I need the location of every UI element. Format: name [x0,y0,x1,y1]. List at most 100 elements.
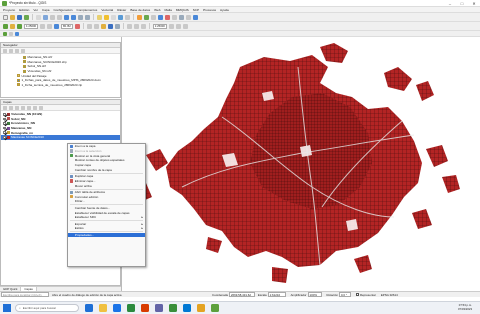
add-feature-icon[interactable] [114,23,120,29]
task-view-icon[interactable] [85,304,93,312]
bookmark-icon[interactable] [165,14,170,20]
layer-visibility-checkbox[interactable] [3,122,6,125]
taskbar-search-input[interactable]: ⌕ Escribir aquí para buscar [15,304,79,312]
scp-folder-icon[interactable] [10,23,15,29]
pan-icon[interactable] [36,14,41,20]
menu-raster[interactable]: Ráster [117,8,126,12]
layer-item-selected[interactable]: Manzanas SCINCE2010 [1,134,120,140]
save-project-icon[interactable] [17,14,22,20]
magnifier-field[interactable]: 100% [307,292,322,297]
temporal-icon[interactable] [179,14,184,20]
band-combo[interactable]: B1 B2 [61,23,73,29]
locator-search-input[interactable]: Escriba para localizar (Ctrl+K) [1,292,49,297]
maximize-button[interactable]: □ [456,0,468,7]
digitize-icon[interactable] [86,23,92,29]
python-console-icon[interactable] [137,14,142,20]
zoom-next-icon[interactable] [85,14,90,20]
scp-zoom-icon[interactable] [40,23,46,29]
outlook-icon[interactable] [183,304,191,312]
filter-legend-icon[interactable] [21,105,25,110]
scp-band-icon[interactable] [17,23,22,29]
layer-visibility-checkbox[interactable] [3,113,6,116]
add-postgis-icon[interactable] [15,31,19,36]
menu-ayuda[interactable]: Ayuda [220,8,229,12]
powerpoint-icon[interactable] [141,304,149,312]
edit-pencil-icon[interactable] [100,23,106,29]
add-vector-icon[interactable] [3,31,7,36]
coordinate-field[interactable]: 2669.58,431.62 [228,292,255,297]
layer-visibility-checkbox[interactable] [3,135,6,139]
teams-icon[interactable] [155,304,163,312]
render-checkbox[interactable] [355,293,359,296]
zoom-to-layer-icon[interactable] [71,14,76,20]
new-map-view-icon[interactable] [172,14,177,20]
add-raster-icon[interactable] [9,31,13,36]
new-project-icon[interactable] [3,14,8,20]
file-explorer-icon[interactable] [99,304,107,312]
scale-combo-secondary[interactable]: 1:25000 [152,23,167,29]
save-as-icon[interactable] [24,14,29,20]
collapse-all-icon[interactable] [33,105,37,110]
text-annotation-icon[interactable] [125,14,130,20]
menu-base-de-datos[interactable]: Base de datos [130,8,150,12]
paste-icon[interactable] [140,23,146,29]
refresh-icon[interactable] [3,48,7,53]
zoom-full-icon[interactable] [64,14,69,20]
minimize-button[interactable]: – [444,0,456,7]
measure-icon[interactable] [111,14,116,20]
menu-item-set-crs[interactable]: Establecer SRC ▸ [68,215,145,220]
processing-toolbox-icon[interactable] [144,14,149,20]
menu-capa[interactable]: Capa [42,8,49,12]
identify-icon[interactable] [97,14,102,20]
qgis-taskbar-icon[interactable] [211,304,219,312]
menu-scp[interactable]: SCP [193,8,199,12]
pin-label-icon[interactable] [175,23,181,29]
menu-web[interactable]: Web [154,8,160,12]
pan-to-selection-icon[interactable] [43,14,48,20]
rotate-label-icon[interactable] [182,23,188,29]
scale-combo[interactable]: 1:25000 [24,23,39,29]
chrome-icon[interactable] [169,304,177,312]
filter-icon[interactable] [9,48,13,53]
map-canvas[interactable] [122,37,480,291]
folder-app-icon[interactable] [197,304,205,312]
remove-layer-icon[interactable] [39,105,43,110]
statistics-icon[interactable] [118,14,123,20]
menu-proyecto[interactable]: Proyecto [3,8,15,12]
menu-item-properties[interactable]: Propiedades... [68,232,145,238]
menu-procesos[interactable]: Procesos [203,8,216,12]
scp-preview-icon[interactable] [54,23,60,29]
layout-icon[interactable] [186,14,191,20]
menu-item-move-up[interactable]: Mover arriba [68,183,145,188]
properties-icon[interactable] [21,48,25,53]
edge-browser-icon[interactable] [113,304,121,312]
menu-item-filter[interactable]: Filtrar... [68,199,145,204]
taskbar-clock[interactable]: 07:53 p.m. 07/03/2023 [458,303,472,312]
menu-malla[interactable]: Malla [164,8,171,12]
cut-icon[interactable] [126,23,132,29]
scp-roi-icon[interactable] [47,23,53,29]
menu-item-rename-layer[interactable]: Cambiar nombre de la capa [68,167,145,172]
excel-icon[interactable] [127,304,135,312]
add-group-icon[interactable] [9,105,13,110]
collapse-icon[interactable] [15,48,19,53]
select-icon[interactable] [104,14,109,20]
layer-visibility-checkbox[interactable] [3,117,6,121]
save-edits-icon[interactable] [107,23,113,29]
label-icon[interactable] [168,23,174,29]
menu-vectorial[interactable]: Vectorial [101,8,113,12]
navigator-item[interactable]: 1_Ficha_tecnica_de_muestreo_28062023.zip [1,83,120,88]
crs-button[interactable]: EPSG:32614 [381,293,398,297]
open-styling-icon[interactable] [3,105,7,110]
menu-mmqgis[interactable]: MMQGIS [176,8,189,12]
zoom-out-icon[interactable] [57,14,62,20]
open-project-icon[interactable] [10,14,15,20]
copy-icon[interactable] [133,23,139,29]
zoom-in-icon[interactable] [50,14,55,20]
menu-edicion[interactable]: Edición [19,8,29,12]
menu-configuracion[interactable]: Configuración [53,8,72,12]
scp-dock-icon[interactable] [3,23,8,29]
windows-start-icon[interactable] [3,304,11,312]
layer-visibility-checkbox[interactable] [3,126,6,130]
expand-all-icon[interactable] [27,105,31,110]
